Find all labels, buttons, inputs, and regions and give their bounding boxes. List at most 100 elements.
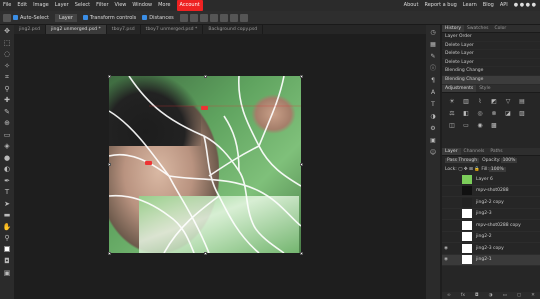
auto-select-checkbox[interactable] xyxy=(13,15,18,20)
color-swatches-icon[interactable] xyxy=(3,245,12,255)
lock-icons[interactable]: ▢ ✥ ⊞ 🔒 xyxy=(457,167,482,172)
marquee-tool-icon[interactable]: ⬚ xyxy=(3,39,12,48)
history-item[interactable]: Layer Order xyxy=(442,33,540,42)
blur-tool-icon[interactable]: ● xyxy=(3,154,12,163)
history-icon[interactable]: ◷ xyxy=(429,28,438,37)
screen-mode-icon[interactable]: ▣ xyxy=(3,269,12,278)
black-white-icon[interactable]: ◧ xyxy=(462,110,470,118)
zoom-tool-icon[interactable]: ⚲ xyxy=(3,234,12,243)
hue-saturation-icon[interactable]: ▤ xyxy=(518,98,526,106)
align-bottom-icon[interactable] xyxy=(229,13,238,22)
align-center-icon[interactable] xyxy=(189,13,198,22)
distances-option[interactable]: Distances xyxy=(142,15,174,21)
css-panel-icon[interactable]: ☺ xyxy=(429,148,438,157)
layer-row[interactable]: Layer 6 xyxy=(442,174,540,186)
image-panel-icon[interactable]: ▣ xyxy=(429,136,438,145)
visibility-icon[interactable]: ◉ xyxy=(444,246,450,251)
align-right-icon[interactable] xyxy=(199,13,208,22)
new-layer-icon[interactable]: ▢ xyxy=(517,293,521,298)
history-item[interactable]: Blending Change xyxy=(442,67,540,76)
tab-tboy7-unmerged[interactable]: tboy7 unmerged.psd * xyxy=(141,25,204,34)
paragraph-icon[interactable]: ¶ xyxy=(429,76,438,85)
layer-row[interactable]: ◉ jing2-3 copy xyxy=(442,243,540,255)
info-icon[interactable]: ⓘ xyxy=(429,64,438,73)
tab-jing2[interactable]: jing2.psd xyxy=(14,25,46,34)
tab-color[interactable]: Color xyxy=(492,25,510,32)
selective-color-icon[interactable]: ◉ xyxy=(476,122,484,130)
invert-icon[interactable]: ◪ xyxy=(504,110,512,118)
transform-controls-option[interactable]: Transform controls xyxy=(82,15,136,21)
transform-controls-checkbox[interactable] xyxy=(82,15,88,20)
quick-mask-icon[interactable]: ◘ xyxy=(3,257,12,266)
layer-row[interactable]: jing2-2 copy xyxy=(442,197,540,209)
menu-more[interactable]: More xyxy=(158,0,170,11)
transform-handle[interactable] xyxy=(300,75,303,78)
gradient-map-icon[interactable]: ▭ xyxy=(462,122,470,130)
levels-icon[interactable]: ▥ xyxy=(462,98,470,106)
color-balance-icon[interactable]: ⚖ xyxy=(448,110,456,118)
auto-select-option[interactable]: Auto-Select xyxy=(13,15,49,21)
clone-tool-icon[interactable]: ⊕ xyxy=(3,119,12,128)
canvas-area[interactable] xyxy=(14,34,426,299)
align-top-icon[interactable] xyxy=(209,13,218,22)
menu-api[interactable]: API xyxy=(500,0,508,11)
menu-blog[interactable]: Blog xyxy=(483,0,494,11)
healing-tool-icon[interactable]: ✚ xyxy=(3,96,12,105)
link-icon[interactable]: ∞ xyxy=(447,293,451,298)
menu-report-bug[interactable]: Report a bug xyxy=(424,0,456,11)
history-item-current[interactable]: Blending Change xyxy=(442,75,540,85)
layer-row[interactable]: mpv-shot0288 copy xyxy=(442,220,540,232)
align-left-icon[interactable] xyxy=(179,13,188,22)
path-select-tool-icon[interactable]: ➤ xyxy=(3,200,12,209)
brush-panel-icon[interactable]: ✎ xyxy=(429,52,438,61)
exposure-icon[interactable]: ◩ xyxy=(490,98,498,106)
menu-file[interactable]: File xyxy=(3,0,11,11)
photo-filter-icon[interactable]: ◎ xyxy=(476,110,484,118)
opacity-input[interactable]: 100% xyxy=(500,158,518,163)
eyedropper-tool-icon[interactable]: ⚲ xyxy=(3,85,12,94)
effects-icon[interactable]: fx xyxy=(461,293,465,298)
align-middle-icon[interactable] xyxy=(219,13,228,22)
adjustment-layer-icon[interactable]: ◑ xyxy=(489,293,493,298)
menu-view[interactable]: View xyxy=(115,0,127,11)
layer-select-dropdown[interactable]: Layer xyxy=(54,13,77,22)
transform-handle[interactable] xyxy=(204,252,207,255)
tab-layer[interactable]: Layer xyxy=(442,148,461,155)
layer-row[interactable]: jing2-3 xyxy=(442,209,540,220)
brush-tool-icon[interactable]: ✎ xyxy=(3,108,12,117)
menu-layer[interactable]: Layer xyxy=(55,0,69,11)
menu-image[interactable]: Image xyxy=(33,0,49,11)
history-item[interactable]: Delete Layer xyxy=(442,50,540,59)
tab-swatches[interactable]: Swatches xyxy=(464,25,492,32)
channel-mixer-icon[interactable]: ⊗ xyxy=(490,110,498,118)
magic-wand-tool-icon[interactable]: ✧ xyxy=(3,62,12,71)
layer-row-selected[interactable]: ◉ jing2-1 xyxy=(442,254,540,266)
visibility-icon[interactable]: ◉ xyxy=(444,257,450,262)
lasso-tool-icon[interactable]: ◌ xyxy=(3,50,12,59)
hand-tool-icon[interactable]: ✋ xyxy=(3,223,12,232)
history-item[interactable]: Delete Layer xyxy=(442,59,540,68)
swatches-icon[interactable]: ▦ xyxy=(429,40,438,49)
layer-row[interactable]: jing2-2 xyxy=(442,232,540,243)
tab-adjustments[interactable]: Adjustments xyxy=(442,85,477,92)
dodge-tool-icon[interactable]: ◐ xyxy=(3,165,12,174)
curves-icon[interactable]: ⌇ xyxy=(476,98,484,106)
lut-icon[interactable]: ▩ xyxy=(490,122,498,130)
document-image[interactable] xyxy=(109,76,301,253)
posterize-icon[interactable]: ▨ xyxy=(518,110,526,118)
fill-input[interactable]: 100% xyxy=(488,167,506,172)
fill-tool-icon[interactable]: ◈ xyxy=(3,142,12,151)
threshold-icon[interactable]: ◫ xyxy=(448,122,456,130)
brightness-icon[interactable]: ☀ xyxy=(448,98,456,106)
transform-handle[interactable] xyxy=(204,75,207,78)
tab-history[interactable]: History xyxy=(442,25,465,32)
eraser-tool-icon[interactable]: ▭ xyxy=(3,131,12,140)
type-panel-icon[interactable]: T xyxy=(429,100,438,109)
tab-background-copy[interactable]: Background copy.psd xyxy=(203,25,264,34)
mask-icon[interactable]: ◘ xyxy=(475,293,479,298)
transform-handle[interactable] xyxy=(108,252,111,255)
vibrance-icon[interactable]: ▽ xyxy=(504,98,512,106)
menu-filter[interactable]: Filter xyxy=(96,0,108,11)
type-tool-icon[interactable]: T xyxy=(3,188,12,197)
transform-handle[interactable] xyxy=(108,75,111,78)
